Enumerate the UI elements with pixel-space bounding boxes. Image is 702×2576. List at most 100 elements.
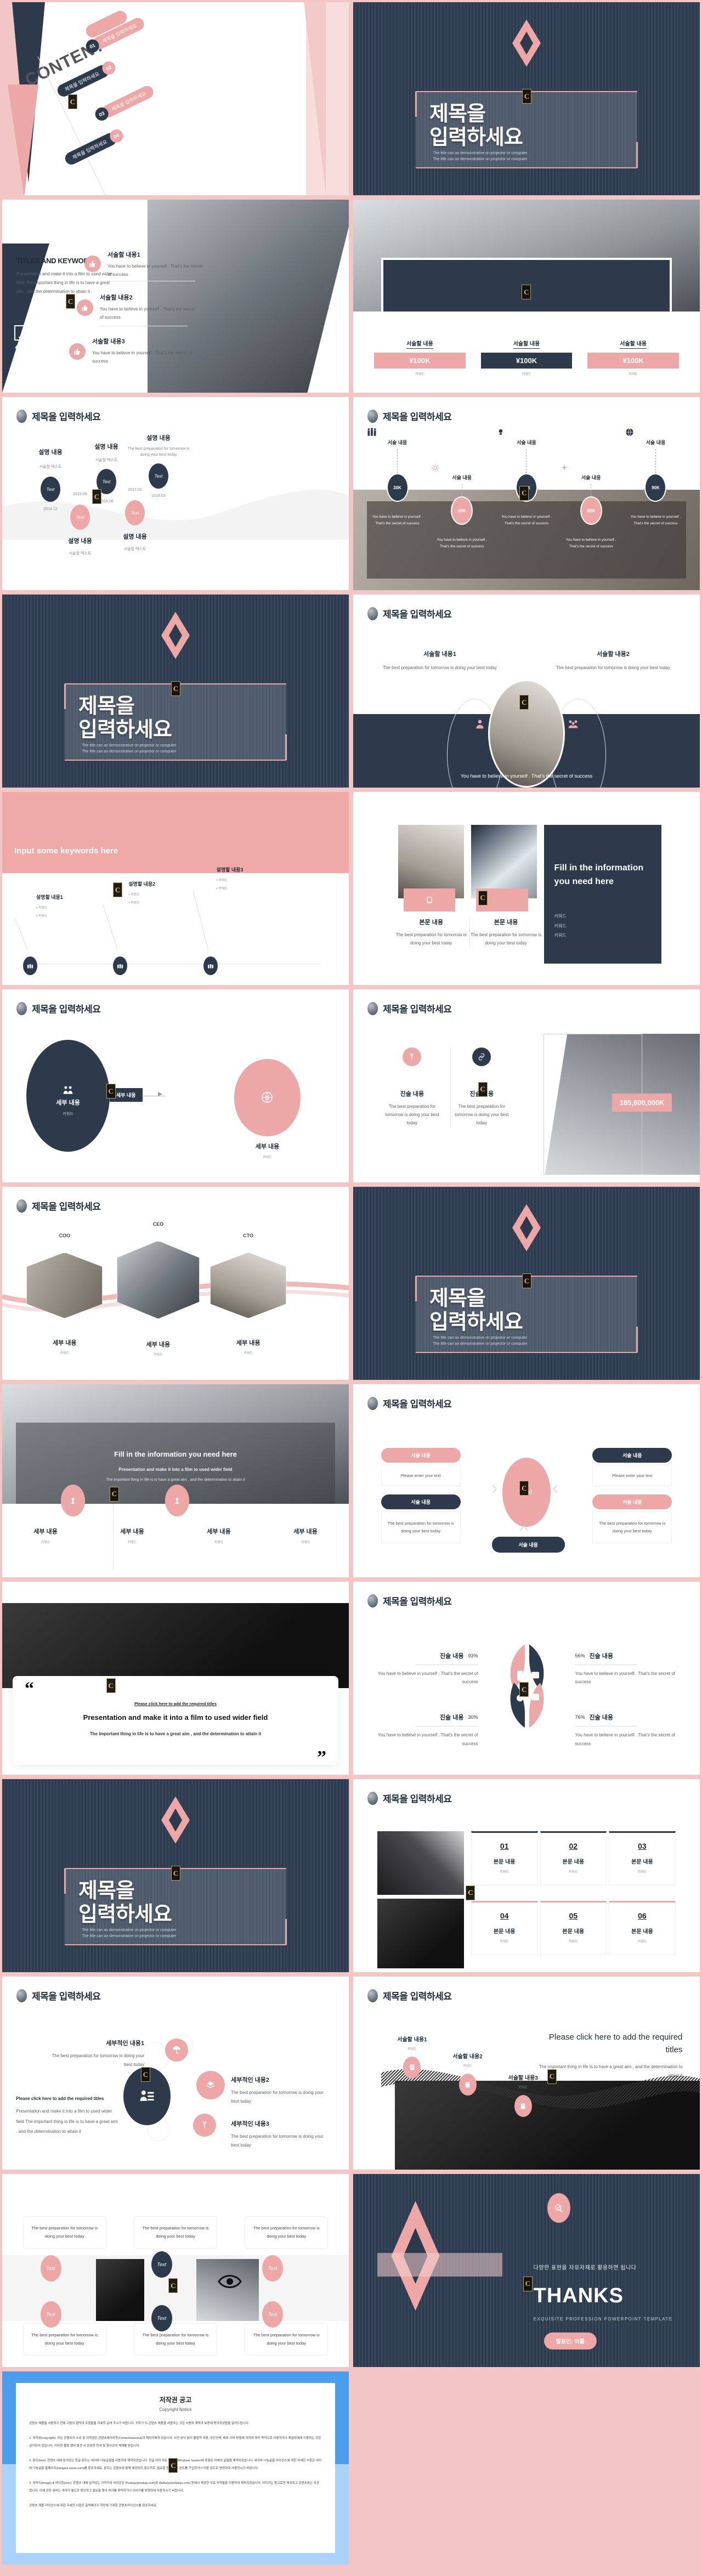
keyword-row[interactable]: 서술할 내용2 You have to believe in yourself … bbox=[77, 293, 197, 326]
keyword-node[interactable]: 설명할 내용3 • 키워드 • 키워드 bbox=[193, 867, 308, 975]
doc-paragraph: 1. 저작권(copyright): 모든 콘텐츠의 소유 및 저작권은 콘텐츠… bbox=[29, 2436, 321, 2448]
detail-item[interactable]: 세부 내용 키워드 bbox=[89, 1527, 176, 1544]
card-keyword: 키워드 bbox=[637, 1940, 647, 1944]
text-cell[interactable]: The best preparation for tomorrow is doi… bbox=[245, 2323, 329, 2356]
text-cell[interactable]: The best preparation for tomorrow is doi… bbox=[134, 2216, 217, 2249]
slide-cover-1[interactable]: 제목을 입력하세요 The title can an demonstrative… bbox=[353, 2, 700, 195]
text-cell[interactable]: The best preparation for tomorrow is doi… bbox=[245, 2216, 329, 2249]
bubble-item[interactable]: 세부적인 내용1 The best preparation for tomorr… bbox=[50, 2039, 145, 2069]
numbered-card[interactable]: 04 본문 내용 키워드 bbox=[471, 1900, 538, 1955]
presenter-button[interactable]: 발표인: 이름 bbox=[544, 2332, 597, 2349]
slide-flow[interactable]: 제목을 입력하세요 세부 내용 키워드 세부 내용 $ 세부 내용 키워드 C bbox=[2, 989, 349, 1182]
bubble-item[interactable]: 세부적인 내용2 The best preparation for tomorr… bbox=[231, 2075, 328, 2106]
milestone[interactable]: 서술 내용 80K You have to believe in yoursel… bbox=[561, 428, 621, 550]
info-card[interactable]: 본문 내용 The best preparation for tomorrow … bbox=[395, 918, 468, 947]
detail-item[interactable]: 세부 내용 키워드 bbox=[2, 1527, 89, 1544]
quadrant[interactable]: 서술 내용 Please enter your text bbox=[592, 1448, 672, 1487]
hero-line-2: 입력하세요 bbox=[429, 1310, 523, 1334]
milestone-body: You have to believe in yourself . That's… bbox=[437, 538, 487, 548]
slide-numbered-cards[interactable]: 제목을 입력하세요 01 본문 내용 키워드 02 본문 내용 키워드 03 본… bbox=[353, 1779, 700, 1972]
quadrant[interactable]: 서술 내용 The best preparation for tomorrow … bbox=[592, 1494, 672, 1544]
text-cell[interactable]: The best preparation for tomorrow is doi… bbox=[22, 2323, 106, 2356]
pricing-card[interactable]: 서술할 내용 ¥100K 키워드 bbox=[373, 338, 466, 376]
stat-col[interactable]: 진술 내용 The best preparation for tomorrow … bbox=[381, 1047, 444, 1128]
timeline-point[interactable]: 설명 내용 서술할 텍스트 Text 2014.12 bbox=[23, 448, 78, 511]
quadrant[interactable]: 서술 내용 Please enter your text bbox=[381, 1448, 461, 1487]
slide-two-col-circle[interactable]: 제목을 입력하세요 서술할 내용1 The best preparation f… bbox=[353, 595, 700, 788]
keyword-node[interactable]: 설명할 내용1 • 키워드 • 키워드 bbox=[14, 894, 113, 975]
timeline-point[interactable]: Text 설명 내용 서술할 텍스트 2015.06 bbox=[53, 492, 107, 557]
numbered-card[interactable]: 03 본문 내용 키워드 bbox=[609, 1831, 676, 1886]
keyword-node[interactable]: 설명할 내용2 • 키워드 • 키워드 bbox=[103, 881, 203, 975]
slide-milestones[interactable]: 제목을 입력하세요 서술 내용 30K You have to believe … bbox=[353, 397, 700, 590]
slide-six-text[interactable]: The best preparation for tomorrow is doi… bbox=[2, 2174, 349, 2367]
slide-quote[interactable]: “ ” Please click here to add the require… bbox=[2, 1582, 349, 1775]
keyword-body: You have to believe in yourself . That's… bbox=[100, 307, 195, 320]
column[interactable]: 서술할 내용2 The best preparation for tomorro… bbox=[551, 649, 676, 672]
text-cell[interactable]: The best preparation for tomorrow is doi… bbox=[134, 2323, 217, 2356]
slide-cover-4[interactable]: 제목을 입력하세요 The title can an demonstrative… bbox=[2, 1779, 349, 1972]
eye-icon bbox=[218, 2275, 242, 2288]
slide-fill-info[interactable]: 본문 내용 The best preparation for tomorrow … bbox=[353, 792, 700, 985]
numbered-card[interactable]: 02 본문 내용 키워드 bbox=[540, 1831, 607, 1886]
slide-bubble-cluster[interactable]: 제목을 입력하세요 세부적인 내용1 The best preparation … bbox=[2, 1977, 349, 2170]
slide-stats-photo[interactable]: 제목을 입력하세요 진술 내용 The best preparation for… bbox=[353, 989, 700, 1182]
slide-cover-2[interactable]: 제목을 입력하세요 The title can an demonstrative… bbox=[2, 595, 349, 788]
milestone[interactable]: 서술 내용 90K You have to believe in yoursel… bbox=[625, 428, 686, 526]
quadrant-label-bottom[interactable]: 서술 내용 bbox=[491, 1537, 565, 1553]
donut-segment[interactable]: 76% 진술 내용 You have to believe in yoursel… bbox=[575, 1713, 680, 1747]
segment-body: You have to believe in yourself . That's… bbox=[377, 1671, 478, 1684]
text-cell[interactable]: The best preparation for tomorrow is doi… bbox=[22, 2216, 106, 2249]
segment-percent: 30% bbox=[468, 1714, 478, 1720]
team-member[interactable]: COO 세부 내용 키워드 bbox=[26, 1233, 103, 1355]
segment-percent: 76% bbox=[575, 1714, 585, 1720]
quote-text: Presentation and make it into a film to … bbox=[83, 1713, 268, 1722]
numbered-card[interactable]: 05 본문 내용 키워드 bbox=[540, 1900, 607, 1955]
slide-wave-list[interactable]: 제목을 입력하세요 서술할 내용1 키워드 서술할 내용2 키워드 서술할 내용… bbox=[353, 1977, 700, 2170]
numbered-card[interactable]: 01 본문 내용 키워드 bbox=[471, 1831, 538, 1886]
slide-donut[interactable]: 제목을 입력하세요 진술 내용 93% You have to believe … bbox=[353, 1582, 700, 1775]
donut-segment[interactable]: 진술 내용 30% You have to believe in yoursel… bbox=[374, 1713, 478, 1747]
bubble-item[interactable]: 세부적인 내용3 The best preparation for tomorr… bbox=[231, 2119, 328, 2150]
slide-team[interactable]: 제목을 입력하세요 COO 세부 내용 키워드 CEO 세부 내용 키워드 CT… bbox=[2, 1187, 349, 1380]
numbered-card[interactable]: 06 본문 내용 키워드 bbox=[609, 1900, 676, 1955]
slide-content[interactable]: CONTENT 01 제목을 입력하세요 02 제목을 입력하세요 03 제목을… bbox=[2, 2, 349, 195]
slide-timeline-wave[interactable]: 제목을 입력하세요 설명 내용 서술할 텍스트 Text 2014.12 Tex… bbox=[2, 397, 349, 590]
wave-head: 서술할 내용2 bbox=[452, 2054, 483, 2060]
timeline-point[interactable]: 설명 내용 서술할 텍스트 Text 2016.08 bbox=[79, 442, 134, 503]
timeline-point[interactable]: 설명 내용 The best preparation for tomorrow … bbox=[127, 433, 190, 498]
info-card[interactable]: 본문 내용 The best preparation for tomorrow … bbox=[469, 917, 542, 948]
slide-copyright[interactable]: 저작권 공고 Copyright Notice 콘텐츠 제품을 사용하기 전에 … bbox=[2, 2371, 349, 2564]
milestone[interactable]: 서술 내용 50K You have to believe in yoursel… bbox=[432, 428, 492, 550]
pricing-card[interactable]: 서술할 내용 ¥100K 키워드 bbox=[587, 338, 680, 376]
milestone-label: 서술 내용 bbox=[581, 475, 601, 480]
slide-cover-3[interactable]: 제목을 입력하세요 The title can an demonstrative… bbox=[353, 1187, 700, 1380]
slide-four-around[interactable]: 제목을 입력하세요 Text 서술 내용 Please enter your t… bbox=[353, 1384, 700, 1577]
hero-small-2: The title can an demonstrative on projec… bbox=[433, 1341, 528, 1346]
team-member[interactable]: CEO 세부 내용 키워드 bbox=[116, 1221, 200, 1357]
milestone[interactable]: 서술 내용 30K You have to believe in yoursel… bbox=[367, 428, 427, 526]
detail-item[interactable]: 세부 내용 키워드 bbox=[176, 1527, 262, 1544]
keyword-row[interactable]: 서술할 내용1 You have to believe in yourself … bbox=[84, 250, 205, 281]
slide-pricing[interactable]: C 서술할 내용 ¥100K 키워드 서술할 내용 ¥100K 키워드 서술할 … bbox=[353, 200, 700, 393]
flow-node-left[interactable]: 세부 내용 키워드 bbox=[26, 1039, 110, 1152]
timeline-point[interactable]: Text 설명 내용 서술할 텍스트 2017.02 bbox=[107, 488, 162, 552]
milestone[interactable]: 서술 내용 60K You have to believe in yoursel… bbox=[496, 428, 557, 526]
flow-node-right[interactable]: $ bbox=[234, 1058, 301, 1136]
donut-segment[interactable]: 56% 진술 내용 You have to believe in yoursel… bbox=[575, 1651, 680, 1686]
column[interactable]: 서술할 내용1 The best preparation for tomorro… bbox=[377, 649, 502, 672]
member-name: 세부 내용 bbox=[52, 1339, 77, 1346]
keyword-row[interactable]: 서술할 내용3 You have to believe in yourself … bbox=[69, 337, 195, 365]
milestone-body: You have to believe in yourself . That's… bbox=[372, 515, 423, 525]
team-member[interactable]: CTO 세부 내용 키워드 bbox=[210, 1233, 287, 1355]
detail-item[interactable]: 세부 내용 키워드 bbox=[262, 1527, 349, 1544]
donut-segment[interactable]: 진술 내용 93% You have to believe in yoursel… bbox=[374, 1651, 478, 1686]
quadrant[interactable]: 서술 내용 The best preparation for tomorrow … bbox=[381, 1494, 461, 1544]
slide-titles-keywords[interactable]: TITLES AND KEYWORDS Presentation and mak… bbox=[2, 200, 349, 393]
card-head: 본문 내용 bbox=[631, 1859, 653, 1866]
timeline-bubble: Text bbox=[70, 505, 90, 530]
slide-thanks[interactable]: 다양한 표현을 자유자재로 활용하면 됩니다 THANKS EXQUISITE … bbox=[353, 2174, 700, 2367]
slide-fill-photo[interactable]: Fill in the information you need here Pr… bbox=[2, 1384, 349, 1577]
pricing-card[interactable]: 서술할 내용 ¥100K 키워드 bbox=[480, 338, 573, 376]
slide-keywords-banner[interactable]: Input some keywords here 설명할 내용1 • 키워드 •… bbox=[2, 792, 349, 985]
